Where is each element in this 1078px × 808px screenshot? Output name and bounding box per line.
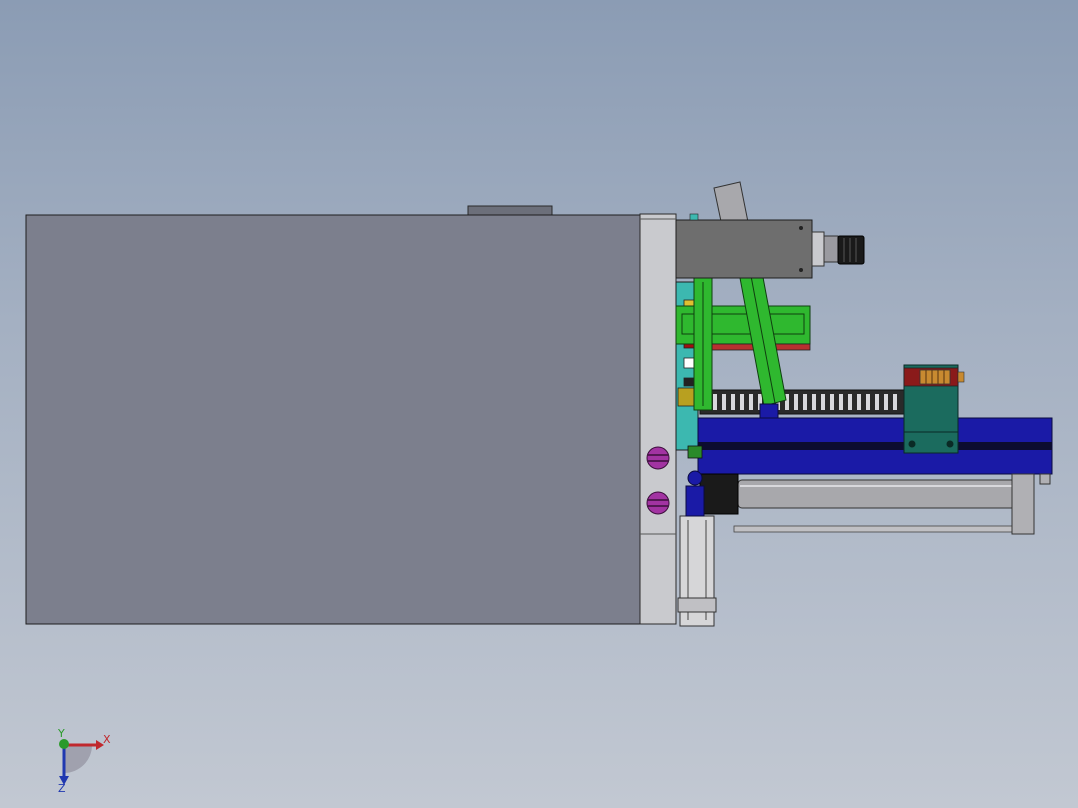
rack-tooth xyxy=(875,394,879,410)
graphics-viewport[interactable]: X Y Z xyxy=(0,0,1078,808)
coordinate-triad: X Y Z xyxy=(57,727,111,795)
rack-tooth xyxy=(731,394,735,410)
main-housing[interactable] xyxy=(25,214,641,625)
rack-tooth xyxy=(722,394,726,410)
triad-y-label: Y xyxy=(57,727,65,740)
rack-tooth xyxy=(839,394,843,410)
teal-carriage-block[interactable] xyxy=(903,364,965,454)
rack-tooth xyxy=(848,394,852,410)
rack-tooth xyxy=(803,394,807,410)
rack-tooth xyxy=(713,394,717,410)
cylinder-rod[interactable] xyxy=(733,525,1025,533)
triad-z-label: Z xyxy=(58,782,66,795)
rack-tooth xyxy=(740,394,744,410)
rack-tooth xyxy=(857,394,861,410)
rack-tooth xyxy=(893,394,897,410)
rack-tooth xyxy=(830,394,834,410)
rack-tooth xyxy=(821,394,825,410)
motor-bracket[interactable] xyxy=(675,219,813,279)
motor-connector[interactable] xyxy=(811,231,865,267)
tilted-slide[interactable] xyxy=(713,181,749,227)
side-plate[interactable] xyxy=(639,213,677,625)
rack-tooth xyxy=(749,394,753,410)
rack-tooth xyxy=(794,394,798,410)
rack-chain[interactable] xyxy=(699,389,905,415)
screw-lower[interactable] xyxy=(646,491,670,515)
rack-tooth xyxy=(866,394,870,410)
triad-x-label: X xyxy=(103,733,111,746)
rack-tooth xyxy=(812,394,816,410)
rack-tooth xyxy=(884,394,888,410)
cad-model-view[interactable]: X Y Z xyxy=(0,0,1078,808)
screw-upper[interactable] xyxy=(646,446,670,470)
cylinder-end-block[interactable] xyxy=(699,473,739,515)
cylinder-tube[interactable] xyxy=(737,479,1017,509)
